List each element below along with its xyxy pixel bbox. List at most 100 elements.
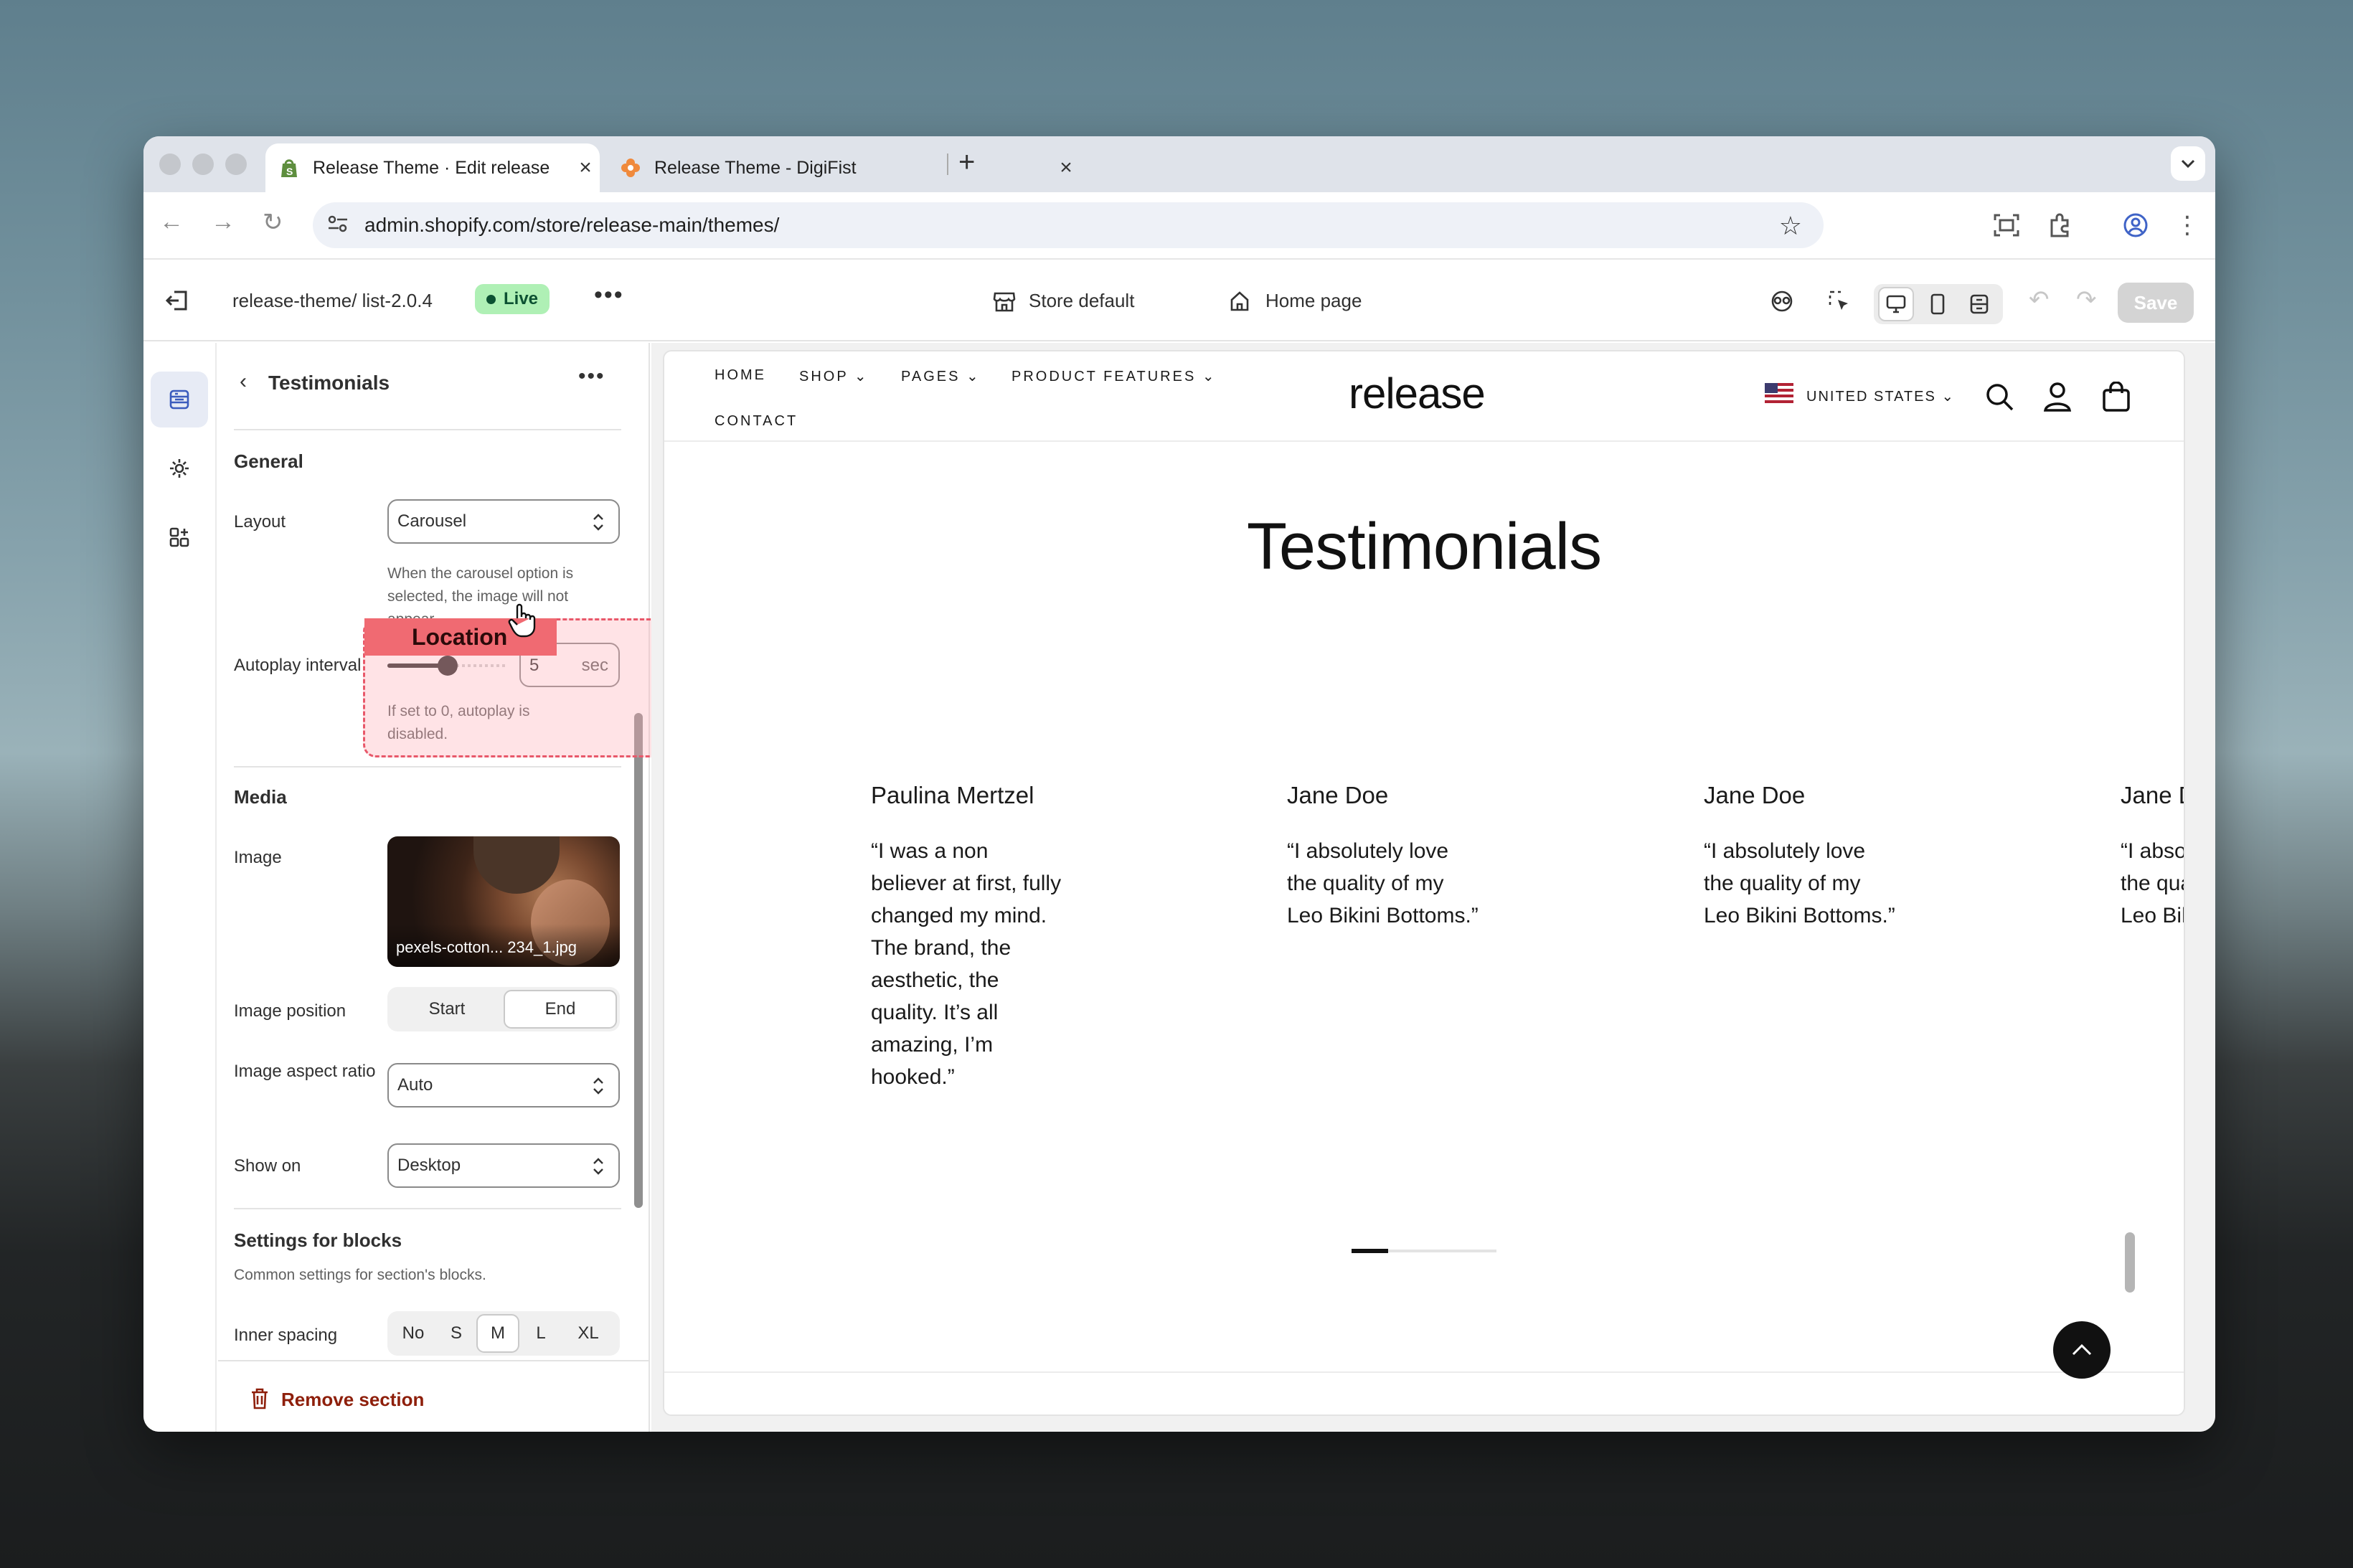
reload-icon[interactable]: ↻: [263, 208, 283, 237]
undo-icon[interactable]: ↶: [2029, 285, 2050, 314]
chevron-down-icon: ⌄: [1941, 389, 1956, 405]
us-flag-icon: [1765, 383, 1793, 403]
close-window-button[interactable]: [159, 154, 181, 175]
storefront-page: HOME SHOP ⌄ PAGES ⌄ PRODUCT FEATURES ⌄ C…: [663, 350, 2185, 1416]
more-actions-icon[interactable]: •••: [594, 281, 624, 309]
mobile-icon[interactable]: [1920, 287, 1956, 321]
store-icon: [990, 285, 1019, 317]
tab-shopify-editor[interactable]: S Release Theme · Edit release ×: [265, 143, 600, 192]
testimonial-card: Jane Doe “I absolutely love the quality …: [1704, 782, 1933, 932]
bookmark-star-icon[interactable]: ☆: [1779, 211, 1802, 241]
panel-more-icon[interactable]: •••: [578, 364, 605, 389]
nav-product-features[interactable]: PRODUCT FEATURES ⌄: [1012, 367, 1217, 385]
back-to-top-button[interactable]: [2053, 1321, 2111, 1379]
browser-menu-icon[interactable]: ⋮: [2175, 205, 2199, 245]
forward-arrow-icon[interactable]: →: [211, 208, 235, 236]
cart-bag-icon[interactable]: [2102, 381, 2131, 415]
template-selector[interactable]: Store default: [1029, 290, 1134, 312]
close-tab-icon[interactable]: ×: [1052, 156, 1080, 180]
tab-search-chevron-icon[interactable]: [2171, 146, 2205, 181]
spacing-s[interactable]: S: [436, 1314, 476, 1353]
carousel-progress-fill: [1352, 1249, 1388, 1253]
testimonial-quote: “I absolutely love the quality of my Leo…: [1704, 839, 1895, 927]
flag-canton: [1765, 383, 1778, 393]
digifist-flower-icon: [620, 157, 641, 179]
testimonial-card: Jane Doe “I absolutely love the quality …: [1287, 782, 1517, 932]
image-label: Image: [234, 848, 282, 867]
back-arrow-icon[interactable]: ←: [159, 208, 184, 236]
search-icon[interactable]: [1984, 382, 2014, 415]
aspect-ratio-label: Image aspect ratio: [234, 1062, 376, 1081]
theme-settings-gear-icon[interactable]: [151, 440, 208, 496]
image-filename: pexels-cotton... 234_1.jpg: [396, 938, 577, 956]
page-selector[interactable]: Home page: [1265, 290, 1362, 312]
remove-section-button[interactable]: Remove section: [281, 1389, 424, 1411]
nav-pages[interactable]: PAGES ⌄: [901, 367, 981, 385]
select-chevron-icon: [591, 1155, 605, 1183]
view-as-customer-icon[interactable]: [1766, 285, 1798, 317]
chevron-up-icon: [2072, 1343, 2092, 1356]
show-on-select[interactable]: Desktop: [387, 1143, 620, 1188]
image-position-toggle: Start End: [387, 987, 620, 1031]
next-section-edge: [664, 1371, 2184, 1414]
image-position-start[interactable]: Start: [390, 990, 504, 1029]
chevron-down-icon: ⌄: [1202, 369, 1217, 384]
desktop-icon[interactable]: [1878, 287, 1914, 321]
image-thumbnail[interactable]: pexels-cotton... 234_1.jpg: [387, 836, 620, 967]
testimonial-card: Paulina Mertzel “I was a non believer at…: [871, 782, 1100, 1093]
apps-icon[interactable]: [151, 509, 208, 565]
aspect-ratio-select[interactable]: Auto: [387, 1063, 620, 1107]
profile-icon[interactable]: [2118, 205, 2154, 245]
close-tab-icon[interactable]: ×: [571, 156, 600, 180]
layout-value: Carousel: [397, 511, 467, 531]
fullscreen-icon[interactable]: [1961, 287, 1997, 321]
nav-home[interactable]: HOME: [715, 367, 766, 384]
carousel-progress[interactable]: [1352, 1249, 1496, 1253]
svg-text:S: S: [286, 166, 293, 177]
spacing-no[interactable]: No: [390, 1314, 436, 1353]
select-chevron-icon: [591, 1075, 605, 1102]
show-on-label: Show on: [234, 1156, 301, 1176]
hand-cursor-icon: [508, 603, 537, 638]
minimize-window-button[interactable]: [192, 154, 214, 175]
new-tab-icon[interactable]: +: [958, 146, 975, 179]
nav-contact[interactable]: CONTACT: [715, 413, 798, 430]
testimonial-quote: “I absolutely love the quality of my Leo…: [2121, 839, 2184, 927]
image-position-end[interactable]: End: [504, 990, 617, 1029]
exit-editor-icon[interactable]: [159, 283, 194, 318]
maximize-window-button[interactable]: [225, 154, 247, 175]
layout-select[interactable]: Carousel: [387, 499, 620, 544]
panel-footer: Remove section: [218, 1360, 649, 1432]
store-logo[interactable]: release: [1349, 369, 1486, 418]
home-icon: [1225, 285, 1254, 317]
account-icon[interactable]: [2043, 382, 2072, 415]
back-chevron-icon[interactable]: ‹: [232, 367, 254, 396]
spacing-l[interactable]: L: [519, 1314, 562, 1353]
testimonial-name: Jane Doe: [1287, 782, 1389, 808]
nav-shop[interactable]: SHOP ⌄: [799, 367, 869, 385]
site-settings-icon[interactable]: [327, 214, 349, 237]
tab-digifist[interactable]: Release Theme - DigiFist ×: [607, 143, 1080, 192]
trash-icon: [250, 1387, 270, 1414]
panel-scrollbar[interactable]: [634, 713, 643, 1208]
sections-icon[interactable]: [151, 372, 208, 428]
testimonial-card: Jane D “I absolutely love the quality of…: [2121, 782, 2184, 932]
testimonial-quote: “I absolutely love the quality of my Leo…: [1287, 839, 1479, 927]
spacing-xl[interactable]: XL: [562, 1314, 614, 1353]
redo-icon[interactable]: ↷: [2076, 285, 2097, 314]
chevron-down-icon: ⌄: [854, 369, 869, 384]
country-selector[interactable]: UNITED STATES ⌄: [1806, 387, 1955, 405]
blocks-heading: Settings for blocks: [234, 1229, 402, 1251]
preview-scrollbar[interactable]: [2125, 1232, 2135, 1293]
save-button[interactable]: Save: [2118, 283, 2194, 323]
address-bar[interactable]: admin.shopify.com/store/release-main/the…: [313, 202, 1824, 248]
url-text: admin.shopify.com/store/release-main/the…: [364, 214, 780, 236]
testimonial-quote: “I was a non believer at first, fully ch…: [871, 839, 1062, 1089]
blocks-help-text: Common settings for section's blocks.: [234, 1267, 486, 1283]
image-position-label: Image position: [234, 1001, 346, 1021]
address-row: ← → ↻ admin.shopify.com/store/release-ma…: [143, 192, 2215, 260]
extensions-icon[interactable]: [2042, 205, 2078, 245]
screenshot-icon[interactable]: [1989, 205, 2024, 245]
inspector-cursor-icon[interactable]: [1824, 285, 1855, 317]
spacing-m[interactable]: M: [476, 1314, 519, 1353]
